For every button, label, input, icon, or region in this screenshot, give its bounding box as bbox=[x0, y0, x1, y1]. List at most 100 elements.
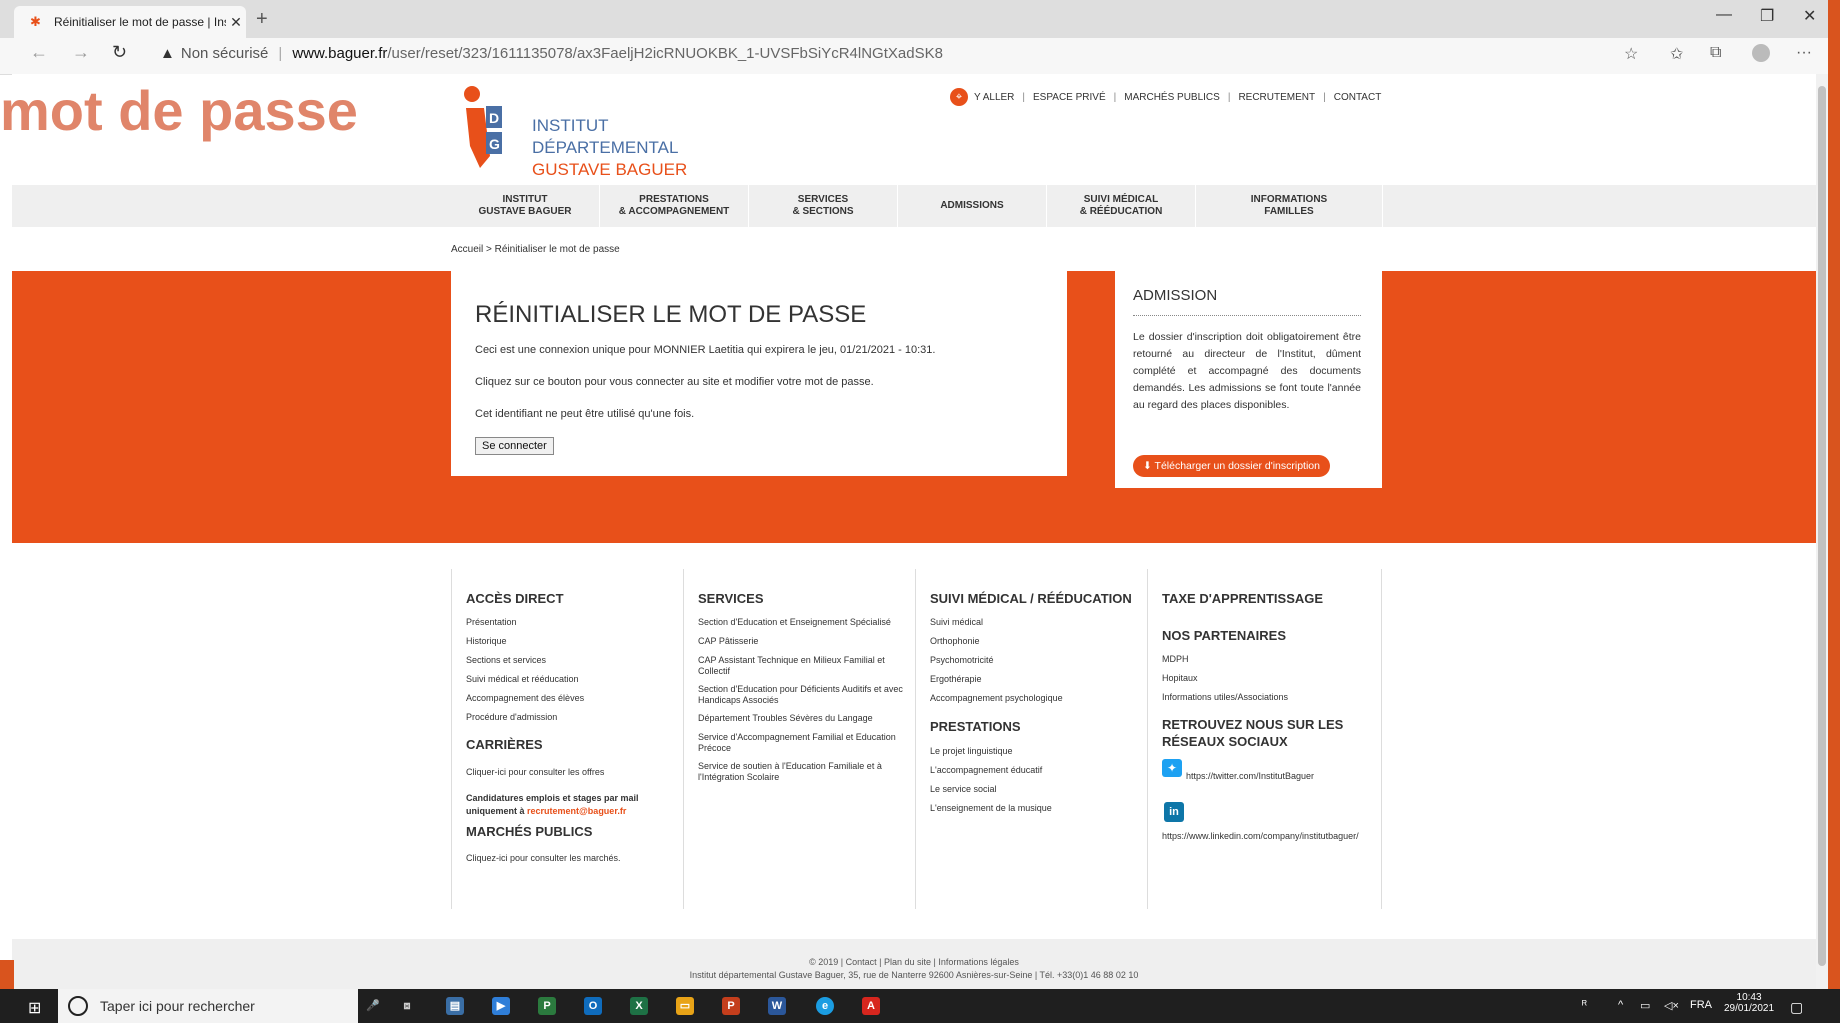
svg-text:G: G bbox=[489, 136, 500, 152]
favorites-icon[interactable]: ✩ bbox=[1670, 44, 1683, 64]
toplink-marches-publics[interactable]: MARCHÉS PUBLICS bbox=[1124, 92, 1220, 103]
toplink-espace-prive[interactable]: ESPACE PRIVÉ bbox=[1033, 92, 1106, 103]
logo-line2: DÉPARTEMENTAL bbox=[532, 138, 679, 157]
taskbar-search[interactable]: Taper ici pour rechercher bbox=[58, 989, 358, 1023]
linkedin-link[interactable]: https://www.linkedin.com/company/institu… bbox=[1162, 831, 1359, 842]
more-icon[interactable]: ··· bbox=[1796, 44, 1812, 62]
footer-link[interactable]: Suivi médical bbox=[930, 617, 983, 628]
footer-link[interactable]: Service d'Accompagnement Familial et Edu… bbox=[698, 732, 908, 754]
footer-link[interactable]: CAP Assistant Technique en Milieux Famil… bbox=[698, 655, 908, 677]
nav-services[interactable]: SERVICES & SECTIONS bbox=[749, 185, 898, 227]
media-icon[interactable]: ▶ bbox=[492, 997, 510, 1015]
login-button[interactable]: Se connecter bbox=[475, 437, 554, 455]
toplink-y-aller[interactable]: Y ALLER bbox=[974, 92, 1014, 103]
taxe-title[interactable]: TAXE D'APPRENTISSAGE bbox=[1162, 591, 1323, 606]
browser-tab[interactable]: ✱ Réinitialiser le mot de passe | Ins ✕ bbox=[14, 6, 246, 38]
task-view-icon[interactable]: ⧈ bbox=[398, 997, 416, 1015]
nav-institut[interactable]: INSTITUT GUSTAVE BAGUER bbox=[451, 185, 600, 227]
outlook-icon[interactable]: O bbox=[584, 997, 602, 1015]
windows-start-icon[interactable]: ⊞ bbox=[28, 998, 41, 1018]
edge-icon[interactable]: e bbox=[816, 997, 834, 1015]
tab-close-icon[interactable]: ✕ bbox=[226, 14, 246, 31]
nav-informations-familles[interactable]: INFORMATIONS FAMILLES bbox=[1196, 185, 1383, 227]
footer-link[interactable]: Accompagnement des élèves bbox=[466, 693, 584, 704]
footer-link[interactable]: Historique bbox=[466, 636, 507, 647]
footer-link[interactable]: Sections et services bbox=[466, 655, 546, 666]
back-icon[interactable]: ← bbox=[30, 42, 48, 63]
footer-link[interactable]: Section d'Education pour Déficients Audi… bbox=[698, 684, 908, 706]
toplink-contact[interactable]: CONTACT bbox=[1334, 92, 1382, 103]
page-scrollbar[interactable] bbox=[1816, 74, 1828, 989]
acrobat-icon[interactable]: A bbox=[862, 997, 880, 1015]
footer-link[interactable]: MDPH bbox=[1162, 654, 1189, 665]
footer-link[interactable]: L'enseignement de la musique bbox=[930, 803, 1052, 814]
footer-link[interactable]: Section d'Education et Enseignement Spéc… bbox=[698, 617, 908, 628]
store-icon[interactable]: ▤ bbox=[446, 997, 464, 1015]
download-form-button[interactable]: ⬇ Télécharger un dossier d'inscription bbox=[1133, 455, 1330, 477]
twitter-link[interactable]: https://twitter.com/InstitutBaguer bbox=[1186, 771, 1314, 782]
clock[interactable]: 10:43 29/01/2021 bbox=[1724, 992, 1774, 1014]
volume-icon[interactable]: ◁× bbox=[1664, 999, 1679, 1012]
tray-chevron-icon[interactable]: ^ bbox=[1618, 999, 1623, 1011]
footer-link[interactable]: Hopitaux bbox=[1162, 673, 1198, 684]
notifications-icon[interactable]: ▢ bbox=[1790, 999, 1803, 1016]
marches-link[interactable]: Cliquez-ici pour consulter les marchés. bbox=[466, 853, 621, 864]
toplink-recrutement[interactable]: RECRUTEMENT bbox=[1238, 92, 1315, 103]
footer-link[interactable]: Psychomotricité bbox=[930, 655, 994, 666]
footer-link[interactable]: Suivi médical et rééducation bbox=[466, 674, 579, 685]
word-icon[interactable]: W bbox=[768, 997, 786, 1015]
prestations-title: PRESTATIONS bbox=[930, 719, 1021, 734]
project-icon[interactable]: P bbox=[538, 997, 556, 1015]
minimize-icon[interactable]: — bbox=[1716, 6, 1732, 24]
footer-link[interactable]: Le service social bbox=[930, 784, 997, 795]
nav-admissions[interactable]: ADMISSIONS bbox=[898, 185, 1047, 227]
address: Institut départemental Gustave Baguer, 3… bbox=[689, 970, 1139, 980]
excel-icon[interactable]: X bbox=[630, 997, 648, 1015]
network-icon[interactable]: ▭ bbox=[1640, 999, 1650, 1012]
logo-mark-icon: D G bbox=[464, 86, 502, 168]
marches-title: MARCHÉS PUBLICS bbox=[466, 824, 593, 839]
people-icon[interactable]: ᴿ bbox=[1582, 999, 1587, 1011]
language-indicator[interactable]: FRA bbox=[1690, 999, 1712, 1011]
collections-icon[interactable]: ⧉ bbox=[1710, 44, 1721, 62]
microphone-icon[interactable]: 🎤 bbox=[364, 997, 382, 1015]
footer-link[interactable]: L'accompagnement éducatif bbox=[930, 765, 1042, 776]
footer-link[interactable]: Orthophonie bbox=[930, 636, 980, 647]
footer-link[interactable]: Présentation bbox=[466, 617, 517, 628]
linkedin-icon[interactable]: in bbox=[1164, 802, 1184, 822]
footer-col-services: SERVICES Section d'Education et Enseigne… bbox=[683, 569, 916, 909]
recruitment-email-link[interactable]: recrutement@baguer.fr bbox=[527, 806, 626, 816]
reset-info-line: Ceci est une connexion unique pour MONNI… bbox=[475, 344, 936, 356]
url-field[interactable]: ▲ Non sécurisé | www.baguer.fr/user/reset/3… bbox=[160, 45, 943, 62]
footer-link[interactable]: Service de soutien à l'Education Familia… bbox=[698, 761, 908, 783]
twitter-icon[interactable]: ✦ bbox=[1162, 759, 1182, 777]
new-tab-icon[interactable]: + bbox=[256, 8, 268, 31]
window-close-icon[interactable]: ✕ bbox=[1803, 6, 1816, 26]
restore-icon[interactable]: ❐ bbox=[1760, 6, 1774, 26]
admission-heading: ADMISSION bbox=[1133, 287, 1218, 304]
footer-link[interactable]: Procédure d'admission bbox=[466, 712, 557, 723]
site-logo[interactable]: D G INSTITUT DÉPARTEMENTAL GUSTAVE BAGUE… bbox=[462, 86, 692, 179]
footer-link[interactable]: Accompagnement psychologique bbox=[930, 693, 1063, 704]
breadcrumb: Accueil > Réinitialiser le mot de passe bbox=[451, 244, 620, 255]
footer-link[interactable]: Informations utiles/Associations bbox=[1162, 692, 1288, 703]
url-domain: www.baguer.fr bbox=[292, 45, 388, 62]
partenaires-title: NOS PARTENAIRES bbox=[1162, 628, 1286, 643]
scrollbar-thumb[interactable] bbox=[1818, 86, 1826, 966]
carrieres-title: CARRIÈRES bbox=[466, 737, 543, 752]
footer-link[interactable]: CAP Pâtisserie bbox=[698, 636, 908, 647]
reload-icon[interactable]: ↻ bbox=[112, 42, 127, 63]
overlay-title: mot de passe bbox=[0, 79, 358, 142]
taskbar-search-placeholder: Taper ici pour rechercher bbox=[100, 998, 255, 1014]
footer-link[interactable]: Département Troubles Sévères du Langage bbox=[698, 713, 908, 724]
favorite-add-icon[interactable]: ☆ bbox=[1624, 44, 1638, 64]
nav-prestations[interactable]: PRESTATIONS & ACCOMPAGNEMENT bbox=[600, 185, 749, 227]
profile-icon[interactable] bbox=[1752, 44, 1770, 62]
offers-link[interactable]: Cliquer-ici pour consulter les offres bbox=[466, 767, 604, 778]
nav-suivi-medical[interactable]: SUIVI MÉDICAL & RÉÉDUCATION bbox=[1047, 185, 1196, 227]
footer-link[interactable]: Le projet linguistique bbox=[930, 746, 1013, 757]
forward-icon[interactable]: → bbox=[72, 42, 90, 63]
powerpoint-icon[interactable]: P bbox=[722, 997, 740, 1015]
file-explorer-icon[interactable]: ▭ bbox=[676, 997, 694, 1015]
footer-link[interactable]: Ergothérapie bbox=[930, 674, 982, 685]
